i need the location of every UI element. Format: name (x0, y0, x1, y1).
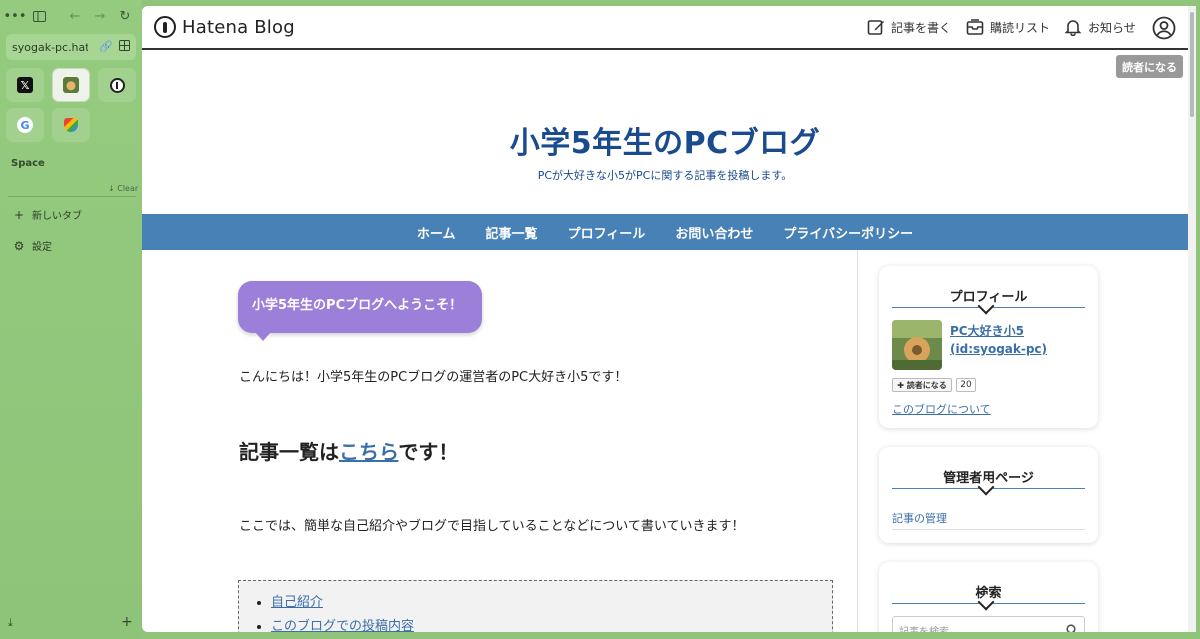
manage-articles-link[interactable]: 記事の管理 (892, 510, 947, 526)
about-blog-link[interactable]: このブログについて (892, 401, 991, 417)
toc-link-content[interactable]: このブログでの投稿内容 (271, 619, 414, 632)
reload-icon[interactable]: ↻ (116, 7, 134, 25)
back-icon[interactable]: ← (66, 7, 84, 25)
article-list-heading: 記事一覧はこちらです！ (239, 436, 458, 465)
clear-button[interactable]: ↓ Clear (108, 184, 138, 193)
google-icon: G (17, 117, 33, 133)
search-input[interactable]: 記事を検索 (892, 616, 1085, 632)
pinned-tab-maps[interactable] (52, 108, 90, 142)
search-icon[interactable] (1066, 621, 1078, 632)
heading-prefix: 記事一覧は (239, 440, 339, 464)
settings-label: 設定 (32, 242, 52, 253)
1password-icon (109, 77, 125, 93)
toc-link-self-intro[interactable]: 自己紹介 (271, 595, 323, 610)
web-page: Hatena Blog 記事を書く 購読リスト お知らせ 読者になる 小学5年生… (142, 6, 1196, 632)
nav-profile[interactable]: プロフィール (568, 223, 646, 242)
profile-name-link[interactable]: PC大好き小5 (id:syogak-pc) (950, 322, 1090, 358)
write-article-link[interactable]: 記事を書く (867, 18, 951, 36)
url-bar[interactable]: syogak-pc.hatenablog.com 🔗 (6, 34, 136, 60)
pinned-tab-google[interactable]: G (6, 108, 44, 142)
sidebar-toggle-icon[interactable] (30, 7, 48, 25)
pinned-tab-x[interactable]: 𝕏 (6, 68, 44, 102)
maps-icon (64, 118, 78, 132)
follower-count: 20 (956, 378, 976, 392)
nav-home[interactable]: ホーム (417, 223, 456, 242)
extensions-icon[interactable] (119, 40, 130, 54)
more-menu-icon[interactable]: ••• (4, 7, 27, 25)
forward-icon[interactable]: → (91, 7, 109, 25)
pinned-tab-blog[interactable] (52, 68, 90, 102)
scrollbar-thumb[interactable] (1190, 12, 1194, 117)
article-list-link[interactable]: こちら (339, 440, 398, 464)
plus-icon: + (13, 207, 25, 222)
url-text: syogak-pc.hatenablog.com (12, 40, 88, 54)
blog-favicon (63, 77, 79, 93)
gear-icon: ⚙ (13, 238, 25, 253)
user-avatar-icon[interactable] (1152, 16, 1176, 44)
subscribe-button[interactable]: 読者になる (1116, 55, 1183, 78)
follow-button[interactable]: ✚ 読者になる (892, 378, 952, 392)
space-label: Space (11, 158, 45, 169)
table-of-contents: 自己紹介 このブログでの投稿内容 (238, 580, 833, 632)
hatena-logo-text: Hatena Blog (182, 16, 295, 38)
add-space-icon[interactable]: + (121, 614, 133, 630)
blog-description: PCが大好きな小5がPCに関する記事を投稿します。 (537, 169, 793, 182)
toc-item: このブログでの投稿内容 (271, 615, 414, 632)
blog-title[interactable]: 小学5年生のPCブログ (142, 118, 1188, 162)
link-icon[interactable]: 🔗 (99, 40, 113, 53)
browser-sidebar: ••• ← → ↻ syogak-pc.hatenablog.com 🔗 𝕏 G… (0, 0, 142, 639)
pinned-tab-1password[interactable] (98, 68, 136, 102)
column-divider (857, 250, 858, 632)
search-widget: 検索 記事を検索 (879, 562, 1098, 632)
nav-article-list[interactable]: 記事一覧 (486, 223, 538, 242)
notifications-link[interactable]: お知らせ (1064, 18, 1136, 36)
nav-privacy-policy[interactable]: プライバシーポリシー (783, 223, 913, 242)
sidebar-divider (8, 196, 136, 197)
nav-contact[interactable]: お問い合わせ (675, 223, 753, 242)
welcome-bubble: 小学5年生のPCブログへようこそ！ (238, 281, 482, 333)
bubble-tail (255, 332, 271, 341)
toc-item: 自己紹介 (271, 591, 414, 610)
welcome-bubble-text: 小学5年生のPCブログへようこそ！ (252, 298, 463, 313)
new-tab-button[interactable]: + 新しいタブ (12, 207, 82, 223)
heading-suffix: です！ (398, 440, 459, 464)
intro-paragraph: こんにちは！小学5年生のPCブログの運営者のPC大好き小5です！ (239, 370, 628, 385)
x-icon: 𝕏 (17, 77, 33, 93)
description-paragraph: ここでは、簡単な自己紹介やブログで目指していることなどについて書いていきます！ (239, 519, 745, 534)
admin-widget: 管理者用ページ 記事の管理 (879, 447, 1098, 543)
profile-widget: プロフィール PC大好き小5 (id:syogak-pc) ✚ 読者になる 20… (879, 266, 1098, 428)
bell-icon (1064, 20, 1082, 36)
new-tab-label: 新しいタブ (32, 211, 82, 222)
list-divider (892, 529, 1085, 530)
inbox-icon (966, 19, 984, 35)
settings-button[interactable]: ⚙ 設定 (12, 238, 52, 254)
reading-list-link[interactable]: 購読リスト (966, 18, 1050, 36)
downloads-icon[interactable]: ⤓ (8, 616, 13, 630)
pencil-icon (867, 20, 884, 35)
global-nav: ホーム 記事一覧 プロフィール お問い合わせ プライバシーポリシー (142, 214, 1188, 250)
write-article-label: 記事を書く (891, 20, 952, 35)
reading-list-label: 購読リスト (990, 20, 1051, 35)
profile-avatar[interactable] (892, 320, 942, 370)
hatena-logo-icon (154, 16, 176, 38)
hatena-topbar: Hatena Blog 記事を書く 購読リスト お知らせ (142, 6, 1188, 50)
hatena-blog-logo[interactable]: Hatena Blog (154, 16, 295, 38)
notifications-label: お知らせ (1088, 20, 1136, 35)
